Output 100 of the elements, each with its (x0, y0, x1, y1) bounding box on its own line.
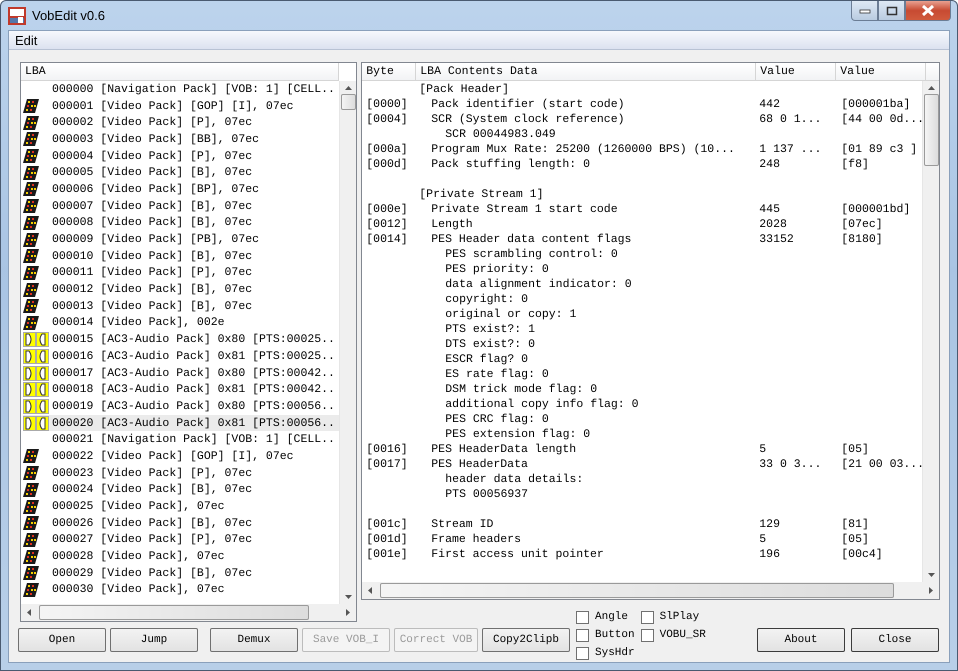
list-item[interactable]: 000009 [Video Pack] [PB], 07ec (23, 231, 340, 248)
list-item[interactable]: 000015 [AC3-Audio Pack] 0x80 [PTS:00025.. (23, 331, 340, 348)
scrollbar[interactable] (21, 604, 356, 621)
table-cell: [001c] (366, 518, 408, 531)
list-item[interactable]: 000029 [Video Pack] [B], 07ec (23, 564, 340, 582)
push-button[interactable]: Copy2Clipb (482, 628, 570, 652)
table-cell: [001e] (366, 548, 408, 561)
column-header[interactable]: LBA (21, 63, 340, 80)
list-item[interactable]: 000006 [Video Pack] [BP], 07ec (23, 181, 340, 198)
list-item[interactable]: 000026 [Video Pack] [B], 07ec (23, 514, 340, 532)
list-item[interactable]: 000022 [Video Pack] [GOP] [I], 07ec (23, 448, 340, 465)
table-cell: header data details: (445, 473, 584, 486)
list-item[interactable]: 000021 [Navigation Pack] [VOB: 1] [CELL.. (23, 431, 340, 448)
list-item[interactable]: 000001 [Video Pack] [GOP] [I], 07ec (23, 98, 340, 114)
column-header[interactable]: LBA Contents Data (416, 63, 756, 80)
left-arrow-icon (368, 587, 372, 594)
list-item[interactable]: 000008 [Video Pack] [B], 07ec (23, 214, 340, 232)
menu-item[interactable]: Edit (9, 31, 44, 49)
table-cell: Frame headers (431, 533, 521, 546)
table-cell: [21 00 03... (841, 458, 922, 471)
list-item[interactable]: 000017 [AC3-Audio Pack] 0x80 [PTS:00042.. (23, 364, 340, 382)
list-item[interactable]: 000028 [Video Pack], 07ec (23, 548, 340, 565)
checkbox[interactable]: Button (576, 626, 635, 644)
list-item[interactable]: 000016 [AC3-Audio Pack] 0x81 [PTS:00025.. (23, 348, 340, 365)
list-item[interactable]: 000005 [Video Pack] [B], 07ec (23, 164, 340, 182)
section-title: [Private Stream 1] (419, 187, 544, 202)
scroll-thumb[interactable] (924, 94, 938, 166)
film-icon (23, 550, 39, 564)
list-item[interactable]: 000027 [Video Pack] [P], 07ec (23, 532, 340, 548)
maximize-button[interactable] (878, 1, 905, 21)
film-icon (23, 182, 39, 196)
list-item[interactable]: 000018 [AC3-Audio Pack] 0x81 [PTS:00042.. (23, 381, 340, 398)
scrollbar[interactable] (339, 81, 356, 604)
list-item[interactable]: 000030 [Video Pack], 07ec (23, 582, 340, 598)
list-item[interactable]: 000023 [Video Pack] [P], 07ec (23, 464, 340, 482)
table-cell: PTS exist?: 1 (445, 323, 535, 336)
push-button[interactable]: Jump (110, 628, 198, 652)
push-button[interactable]: About (757, 628, 845, 652)
column-header[interactable]: Byte (362, 63, 416, 80)
left-arrow-icon (27, 609, 31, 616)
table-cell: SCR (System clock reference) (431, 113, 624, 126)
film-icon (23, 249, 39, 264)
table-cell: PES HeaderData length (431, 443, 576, 456)
film-icon (23, 199, 39, 214)
table-cell: [001d] (366, 533, 408, 546)
column-header[interactable]: Value (836, 63, 926, 80)
checkbox[interactable]: VOBU_SR (640, 626, 706, 644)
table-cell: Pack stuffing length: 0 (431, 158, 590, 171)
film-icon (23, 166, 39, 180)
table-cell: [000001ba] (841, 98, 910, 111)
scroll-thumb[interactable] (340, 94, 356, 110)
push-button[interactable]: Close (851, 628, 939, 652)
list-item[interactable]: 000012 [Video Pack] [B], 07ec (23, 281, 340, 298)
scroll-thumb[interactable] (380, 583, 894, 598)
table-cell: [0016] (366, 443, 408, 456)
list-item[interactable]: 000013 [Video Pack] [B], 07ec (23, 298, 340, 315)
table-cell: DTS exist?: 0 (445, 338, 535, 351)
film-icon (23, 282, 39, 297)
table-cell: data alignment indicator: 0 (445, 278, 632, 291)
list-item[interactable]: 000000 [Navigation Pack] [VOB: 1] [CELL.. (23, 81, 340, 98)
list-item[interactable]: 000020 [AC3-Audio Pack] 0x81 [PTS:00056.. (23, 414, 340, 432)
scrollbar[interactable] (362, 582, 939, 599)
table-cell: additional copy info flag: 0 (445, 398, 638, 411)
column-header[interactable]: Value (756, 63, 836, 80)
minimize-button[interactable] (851, 1, 878, 21)
list-item[interactable]: 000002 [Video Pack] [P], 07ec (23, 114, 340, 132)
list-item[interactable]: 000003 [Video Pack] [BB], 07ec (23, 131, 340, 148)
table-cell: PES CRC flag: 0 (445, 413, 549, 426)
list-item[interactable]: 000025 [Video Pack], 07ec (23, 498, 340, 515)
table-cell: 68 0 1... (759, 113, 822, 126)
checkbox[interactable]: SysHdr (576, 644, 635, 662)
list-item[interactable]: 000004 [Video Pack] [P], 07ec (23, 148, 340, 164)
film-icon (23, 149, 39, 164)
table-cell: [8180] (841, 233, 883, 246)
push-button[interactable]: Open (18, 628, 106, 652)
scrollbar[interactable] (922, 81, 939, 582)
right-arrow-icon (346, 609, 350, 616)
film-icon (23, 216, 39, 230)
table-cell: 1 137 ... (759, 143, 822, 156)
checkbox[interactable]: SlPlay (640, 608, 706, 626)
close-button[interactable] (905, 1, 951, 21)
film-icon (23, 99, 39, 114)
list-item[interactable]: 000014 [Video Pack], 002e (23, 314, 340, 332)
list-item[interactable]: 000019 [AC3-Audio Pack] 0x80 [PTS:00056.. (23, 398, 340, 415)
list-item[interactable]: 000010 [Video Pack] [B], 07ec (23, 248, 340, 265)
push-button[interactable]: Demux (210, 628, 298, 652)
table-cell: [000a] (366, 143, 408, 156)
film-icon (23, 116, 39, 130)
table-cell: ESCR flag? 0 (445, 353, 528, 366)
right-arrow-icon (929, 587, 933, 594)
table-cell: [0000] (366, 98, 408, 111)
list-item[interactable]: 000024 [Video Pack] [B], 07ec (23, 482, 340, 498)
list-item[interactable]: 000007 [Video Pack] [B], 07ec (23, 198, 340, 214)
list-item[interactable]: 000011 [Video Pack] [P], 07ec (23, 264, 340, 282)
checkbox[interactable]: Angle (576, 608, 635, 626)
table-cell: Pack identifier (start code) (431, 98, 624, 111)
close-icon (921, 5, 935, 16)
scroll-thumb[interactable] (39, 605, 309, 620)
table-cell: [00c4] (841, 548, 883, 561)
down-arrow-icon (344, 595, 352, 599)
